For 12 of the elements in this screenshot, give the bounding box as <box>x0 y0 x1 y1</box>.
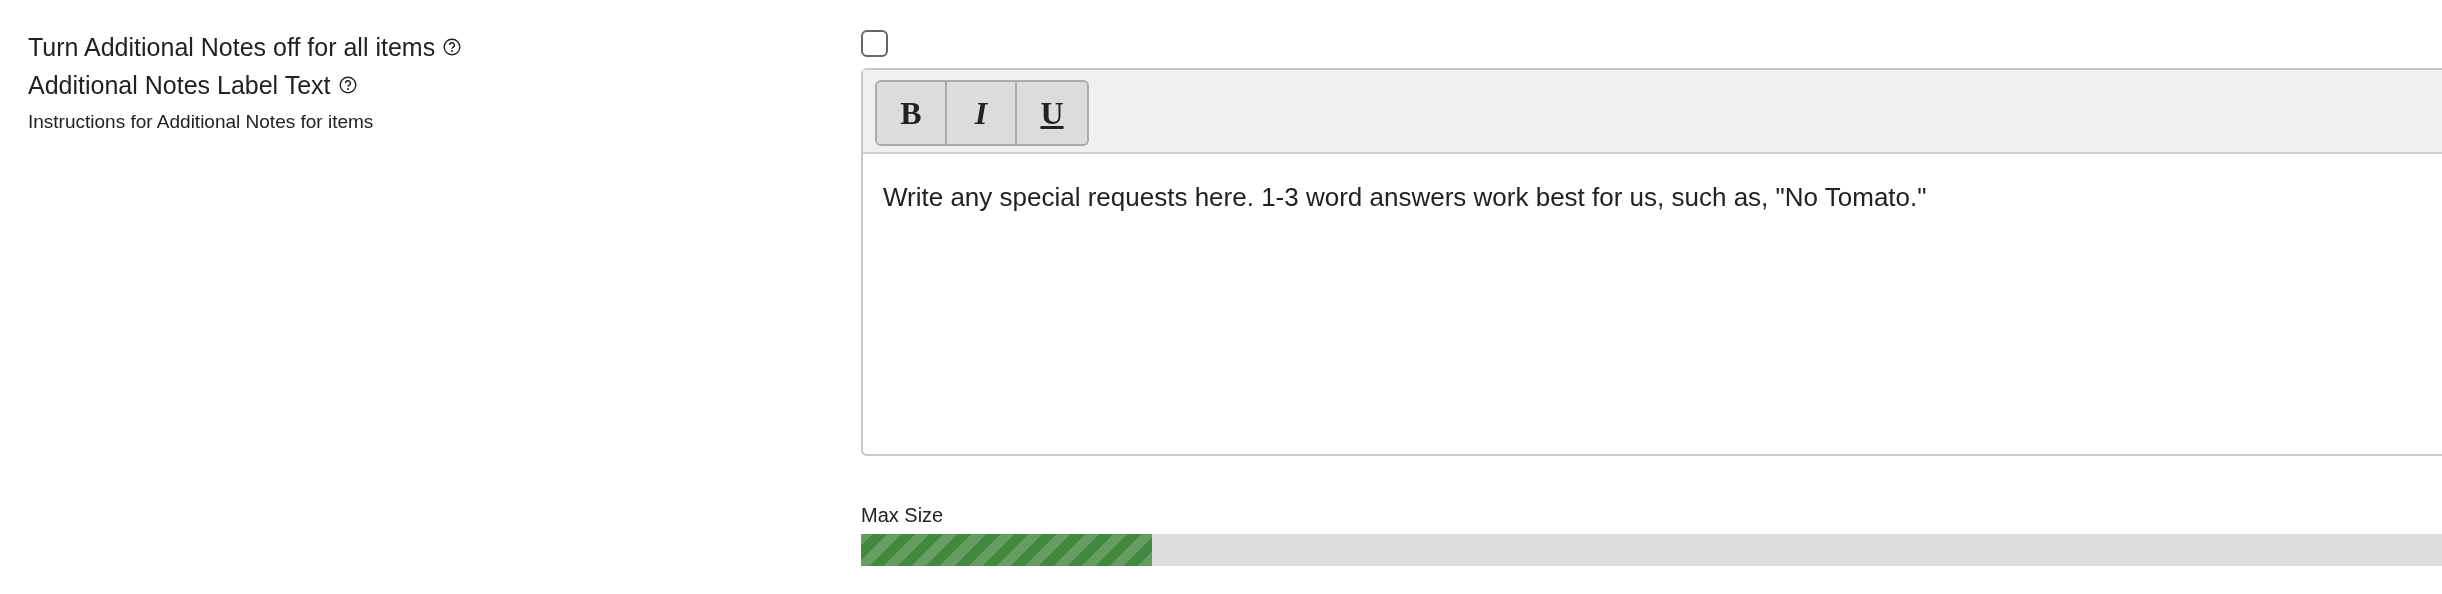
help-icon[interactable] <box>443 38 462 56</box>
setting-label: Additional Notes Label Text <box>28 70 331 101</box>
italic-button[interactable]: I <box>947 82 1017 144</box>
checkbox[interactable] <box>861 30 888 57</box>
max-size-label: Max Size <box>861 503 944 528</box>
text-editor[interactable]: B I U Write any special requests here. 1-3 word answers work best for us, such as, "No Tomato." <box>861 68 2442 456</box>
underline-button[interactable]: U <box>1017 82 1087 144</box>
help-icon[interactable] <box>338 76 357 94</box>
setting-description: Instructions for Additional Notes for items <box>28 110 375 134</box>
editor-text: Write any special requests here. 1-3 word answers work best for us, such as, "No Tomato." <box>883 182 1927 212</box>
setting-label: Turn Additional Notes off for all items <box>28 32 436 63</box>
bold-button[interactable]: B <box>877 82 947 144</box>
